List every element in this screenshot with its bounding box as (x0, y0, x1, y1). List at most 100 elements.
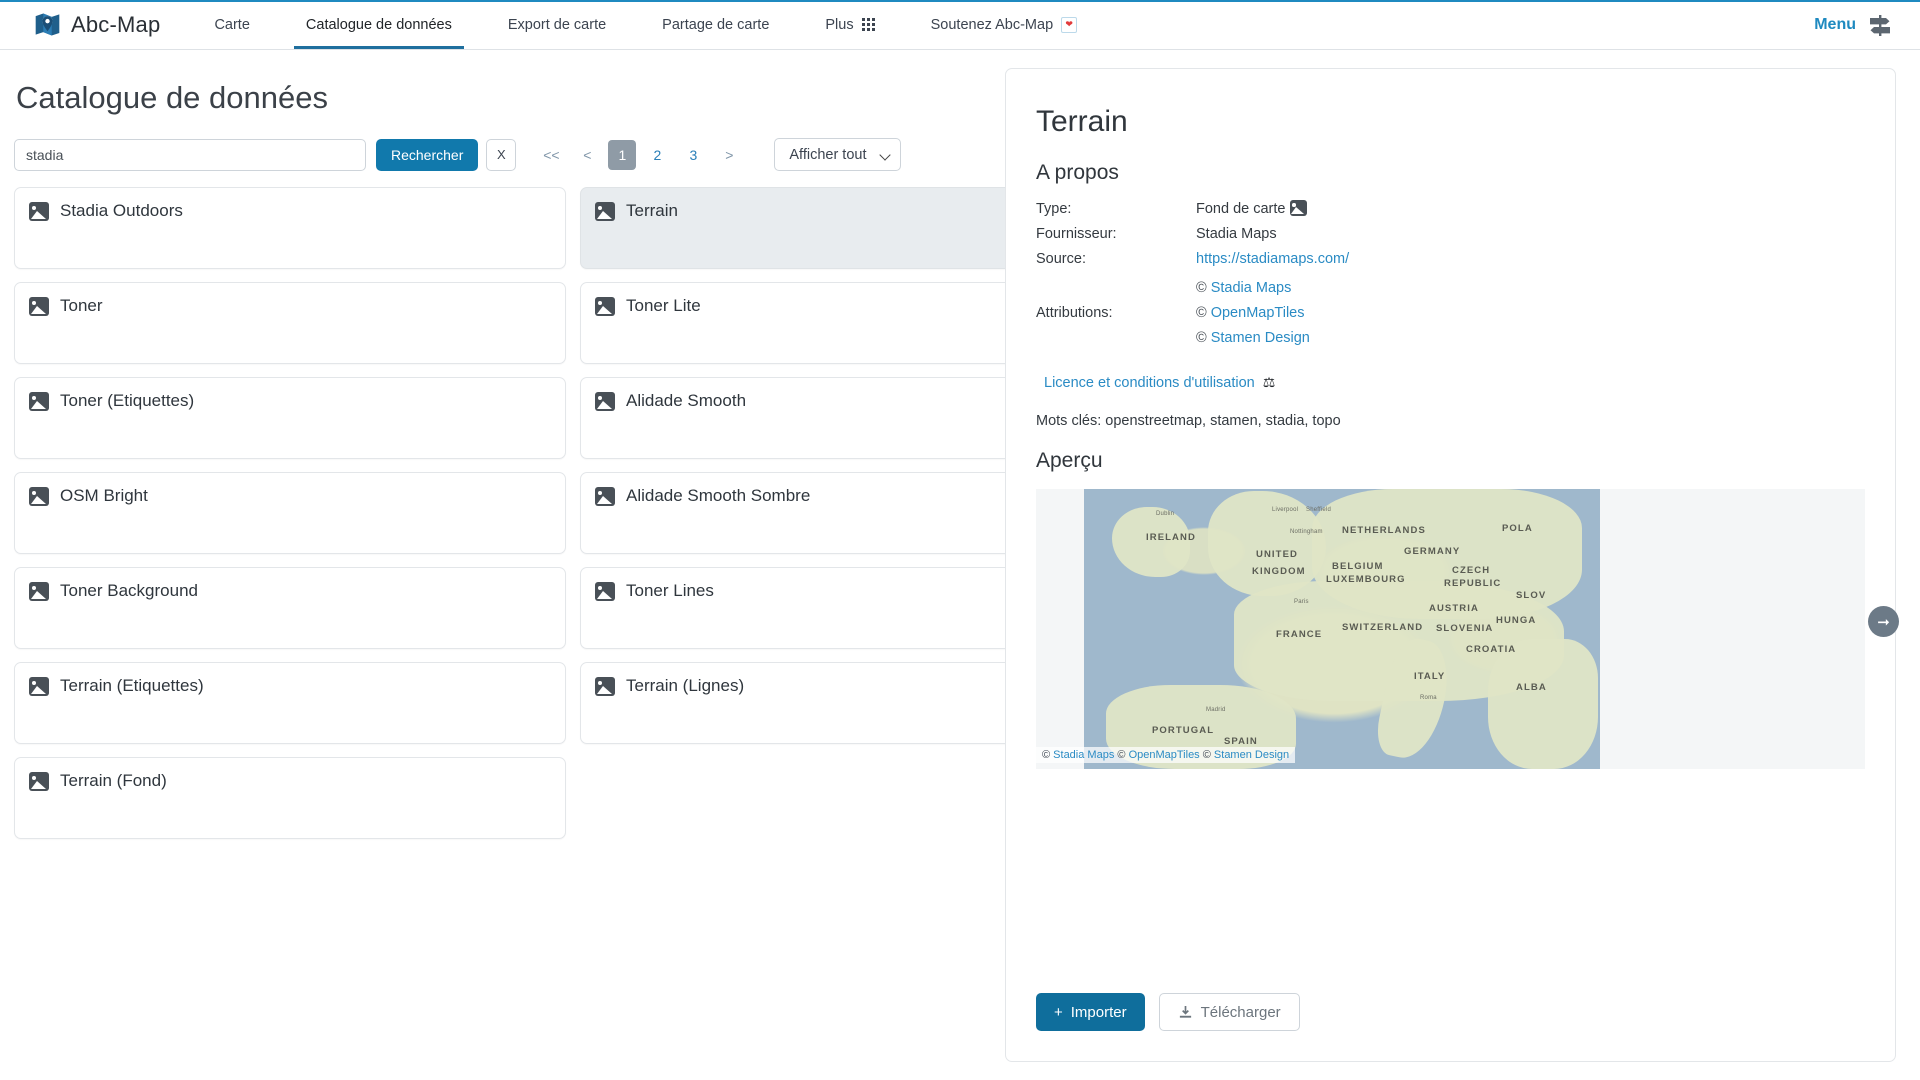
copyright-icon: © (1196, 280, 1207, 296)
map-attribution-link-stadia-maps[interactable]: Stadia Maps (1053, 749, 1114, 761)
metadata-value: Stadia Maps (1196, 222, 1277, 247)
map-label: Liverpool (1272, 507, 1298, 513)
download-button[interactable]: Télécharger (1159, 993, 1300, 1031)
map-attribution-link-stamen-design[interactable]: Stamen Design (1214, 749, 1289, 761)
nav-label: Plus (825, 17, 853, 33)
catalog-card-label: Alidade Smooth (626, 390, 746, 412)
catalog-card-terrain-fond[interactable]: Terrain (Fond) (14, 757, 566, 839)
map-label: BELGIUM (1332, 561, 1384, 572)
search-button[interactable]: Rechercher (376, 139, 478, 171)
license-link[interactable]: Licence et conditions d'utilisation (1044, 375, 1255, 391)
catalog-card-label: Terrain (626, 200, 678, 222)
image-icon (1290, 200, 1307, 216)
preview-next-button[interactable]: ➞ (1868, 606, 1899, 637)
metadata-row-attributions: Attributions: © Stadia Maps © OpenMapTil… (1036, 276, 1865, 351)
map-label: Roma (1420, 695, 1437, 701)
image-icon (595, 392, 615, 411)
catalog-card-toner[interactable]: Toner (14, 282, 566, 364)
map-label: LUXEMBOURG (1326, 574, 1406, 585)
catalog-card-stadia-outdoors[interactable]: Stadia Outdoors (14, 187, 566, 269)
nav-label: Soutenez Abc-Map (931, 17, 1054, 33)
search-input[interactable] (14, 139, 366, 171)
pagination: << < 1 2 3 > (536, 140, 750, 170)
pagination-page-1[interactable]: 1 (608, 140, 636, 170)
nav-item-plus[interactable]: Plus (797, 0, 902, 49)
nav-label: Export de carte (508, 17, 606, 33)
catalog-card-toner-etiquettes[interactable]: Toner (Etiquettes) (14, 377, 566, 459)
metadata-value: Fond de carte (1196, 197, 1307, 222)
catalog-card-terrain-etiquettes[interactable]: Terrain (Etiquettes) (14, 662, 566, 744)
map-label: AUSTRIA (1429, 603, 1479, 614)
import-button-label: Importer (1071, 1004, 1127, 1021)
attribution-link-stadia-maps[interactable]: Stadia Maps (1211, 280, 1292, 296)
main-nav: Carte Catalogue de données Export de car… (186, 0, 1105, 49)
topbar-right: Menu (1814, 0, 1920, 49)
metadata-row-type: Type: Fond de carte (1036, 197, 1865, 222)
nav-item-catalogue-de-donnees[interactable]: Catalogue de données (278, 0, 480, 49)
catalog-card-label: Toner (60, 295, 103, 317)
menu-button-label[interactable]: Menu (1814, 16, 1856, 34)
metadata-key: Source: (1036, 247, 1196, 272)
nav-item-soutenez-abc-map[interactable]: Soutenez Abc-Map ❤ (903, 0, 1106, 49)
pagination-next[interactable]: > (714, 140, 744, 170)
nav-item-partage-de-carte[interactable]: Partage de carte (634, 0, 797, 49)
arrow-right-icon: ➞ (1877, 613, 1890, 631)
top-navigation-bar: Abc-Map Carte Catalogue de données Expor… (0, 0, 1920, 50)
map-label: REPUBLIC (1444, 578, 1501, 589)
filter-select[interactable]: Afficher tout (774, 138, 901, 171)
copyright-icon: © (1203, 749, 1211, 761)
attribution-link-stamen-design[interactable]: Stamen Design (1211, 330, 1310, 346)
map-preview[interactable]: IRELAND UNITED KINGDOM NETHERLANDS BELGI… (1036, 489, 1865, 769)
metadata-key: Type: (1036, 197, 1196, 222)
pagination-prev[interactable]: < (572, 140, 602, 170)
catalog-card-label: Terrain (Lignes) (626, 675, 744, 697)
detail-panel: Terrain A propos Type: Fond de carte Fou… (1005, 68, 1896, 1062)
metadata-row-source: Source: https://stadiamaps.com/ (1036, 247, 1865, 272)
map-label: NETHERLANDS (1342, 525, 1426, 536)
signpost-icon[interactable] (1866, 11, 1894, 39)
map-label: Madrid (1206, 707, 1226, 713)
pagination-page-2[interactable]: 2 (642, 140, 672, 170)
import-button[interactable]: + Importer (1036, 993, 1145, 1031)
keywords-text: Mots clés: openstreetmap, stamen, stadia… (1036, 413, 1865, 429)
preview-wrapper: IRELAND UNITED KINGDOM NETHERLANDS BELGI… (1036, 489, 1865, 769)
image-icon (595, 582, 615, 601)
catalog-card-toner-background[interactable]: Toner Background (14, 567, 566, 649)
catalog-card-label: Alidade Smooth Sombre (626, 485, 810, 507)
image-icon (29, 677, 49, 696)
copyright-icon: © (1042, 749, 1050, 761)
filter-select-wrapper: Afficher tout (774, 138, 901, 171)
catalog-card-label: Terrain (Fond) (60, 770, 167, 792)
balance-scale-icon: ⚖ (1263, 374, 1276, 391)
image-icon (29, 582, 49, 601)
clear-search-button[interactable]: X (486, 139, 516, 171)
attribution-list: © Stadia Maps © OpenMapTiles © Stamen De… (1196, 276, 1310, 351)
preview-heading: Aperçu (1036, 449, 1865, 473)
nav-label: Partage de carte (662, 17, 769, 33)
map-label: ALBA (1516, 682, 1547, 693)
catalog-card-label: Toner Background (60, 580, 198, 602)
pagination-first[interactable]: << (536, 140, 566, 170)
map-label: Dublin (1156, 511, 1174, 517)
map-attribution-link-openmaptiles[interactable]: OpenMapTiles (1129, 749, 1200, 761)
attribution-item: © OpenMapTiles (1196, 301, 1310, 326)
nav-item-carte[interactable]: Carte (186, 0, 277, 49)
metadata-table: Type: Fond de carte Fournisseur: Stadia … (1036, 197, 1865, 351)
image-icon (595, 202, 615, 221)
map-label: ITALY (1414, 671, 1445, 682)
map-label: PORTUGAL (1152, 725, 1214, 736)
map-tile-image: IRELAND UNITED KINGDOM NETHERLANDS BELGI… (1084, 489, 1600, 769)
source-link[interactable]: https://stadiamaps.com/ (1196, 251, 1349, 267)
brand[interactable]: Abc-Map (0, 0, 186, 49)
map-label: HUNGA (1496, 615, 1536, 626)
type-value-text: Fond de carte (1196, 201, 1285, 217)
nav-item-export-de-carte[interactable]: Export de carte (480, 0, 634, 49)
catalog-card-osm-bright[interactable]: OSM Bright (14, 472, 566, 554)
content-area: Catalogue de données Rechercher X << < 1… (0, 50, 1920, 1080)
attribution-link-openmaptiles[interactable]: OpenMapTiles (1211, 305, 1305, 321)
map-label: CROATIA (1466, 644, 1516, 655)
pagination-page-3[interactable]: 3 (678, 140, 708, 170)
map-label: CZECH (1452, 565, 1490, 576)
map-label: Paris (1294, 599, 1309, 605)
detail-actions: + Importer Télécharger (1036, 993, 1865, 1061)
